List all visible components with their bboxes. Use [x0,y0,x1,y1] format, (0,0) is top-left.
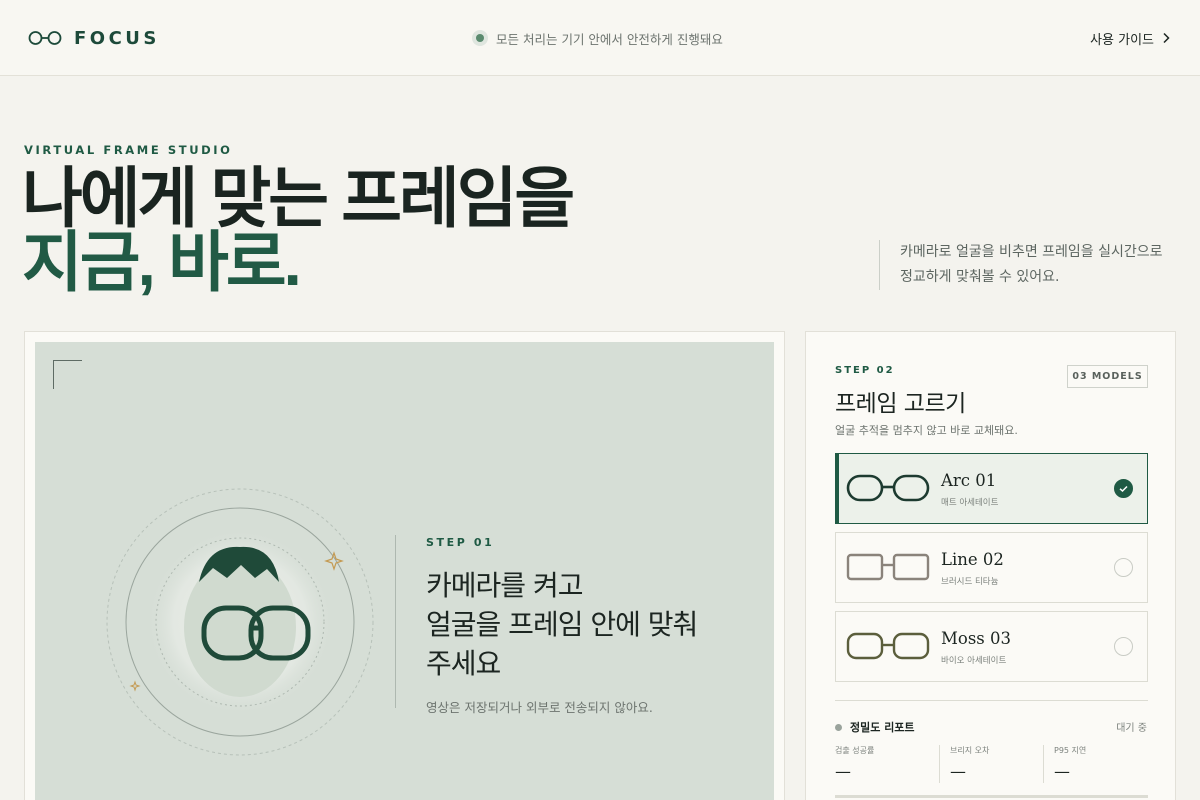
frame-option-arc-01[interactable]: Arc 01 매트 아세테이트 [835,453,1148,524]
frame-radio[interactable] [1114,637,1133,656]
glasses-logo-icon [28,31,62,45]
metric-p95-latency: P95 지연 — [1043,745,1147,783]
frame-material: 매트 아세테이트 [941,498,999,508]
camera-stage-card: STEP 01 카메라를 켜고 얼굴을 프레임 안에 맞춰 주세요 영상은 저장… [24,331,785,800]
frame-selector-panel: STEP 02 03 MODELS 프레임 고르기 얼굴 추적을 멈추지 않고 … [805,331,1176,800]
top-bar: FOCUS 모든 처리는 기기 안에서 안전하게 진행돼요 사용 가이드 [0,0,1200,76]
metric-value: — [1054,762,1070,781]
report-progress-track [835,795,1148,798]
precision-report-title: 정밀도 리포트 [835,719,915,735]
check-icon [1119,485,1128,493]
description-line-1: 카메라로 얼굴을 비추면 프레임을 실시간으로 [900,244,1163,260]
frame-radio[interactable] [1114,558,1133,577]
step-01-title-line-3: 주세요 [426,647,501,680]
brand-name: FOCUS [74,27,160,49]
headline-line-2: 지금, 바로. [22,225,302,299]
frame-material: 브러시드 티타늄 [941,577,999,587]
panel-subtitle: 얼굴 추적을 멈추지 않고 바로 교체돼요. [835,424,1018,437]
step-02-label: STEP 02 [835,365,895,376]
privacy-status: 모든 처리는 기기 안에서 안전하게 진행돼요 [472,28,723,48]
headline-line-1: 나에게 맞는 프레임을 [22,161,575,235]
report-status: 대기 중 [1116,723,1147,734]
round-glasses-icon [846,474,930,502]
step-01-instructions: STEP 01 카메라를 켜고 얼굴을 프레임 안에 맞춰 주세요 영상은 저장… [395,535,755,715]
privacy-note: 영상은 저장되거나 외부로 전송되지 않아요. [426,700,653,715]
viewfinder-corner [53,360,82,389]
step-01-title: 카메라를 켜고 얼굴을 프레임 안에 맞춰 주세요 [426,566,755,683]
camera-stage[interactable]: STEP 01 카메라를 켜고 얼굴을 프레임 안에 맞춰 주세요 영상은 저장… [35,342,774,800]
metric-value: — [950,762,966,781]
panel-divider [835,700,1148,701]
frame-name: Arc 01 [941,471,997,490]
frame-option-moss-03[interactable]: Moss 03 바이오 아세테이트 [835,611,1148,682]
metric-label: P95 지연 [1054,746,1087,755]
usage-guide-link[interactable]: 사용 가이드 [1090,28,1170,48]
report-title-text: 정밀도 리포트 [850,721,915,734]
hero-headline: 나에게 맞는 프레임을 지금, 바로. [22,161,575,299]
hero-eyebrow: VIRTUAL FRAME STUDIO [24,143,233,157]
metric-detection-rate: 검출 성공률 — [835,745,939,783]
brand-logo[interactable]: FOCUS [28,26,160,50]
frame-option-line-02[interactable]: Line 02 브러시드 티타늄 [835,532,1148,603]
chevron-right-icon [1163,32,1170,44]
step-01-label: STEP 01 [426,536,495,549]
square-glasses-icon [846,553,930,581]
frame-name: Line 02 [941,550,1004,569]
report-status-dot-icon [835,723,842,731]
metric-value: — [835,762,851,781]
frame-name: Moss 03 [941,629,1012,648]
rounded-square-glasses-icon [846,632,930,660]
step-01-title-line-1: 카메라를 켜고 [426,569,583,602]
status-dot-icon [472,30,488,46]
status-text: 모든 처리는 기기 안에서 안전하게 진행돼요 [496,31,723,47]
frame-material: 바이오 아세테이트 [941,656,1007,666]
panel-title: 프레임 고르기 [835,391,966,417]
description-line-2: 정교하게 맞춰볼 수 있어요. [900,269,1060,285]
models-count-badge: 03 MODELS [1067,365,1148,388]
step-01-title-line-2: 얼굴을 프레임 안에 맞춰 [426,608,698,641]
face-illustration [106,488,374,756]
frame-radio-selected[interactable] [1114,479,1133,498]
metric-label: 검출 성공률 [835,746,875,755]
hero-description: 카메라로 얼굴을 비추면 프레임을 실시간으로 정교하게 맞춰볼 수 있어요. [879,240,1189,290]
metric-label: 브리지 오차 [950,746,990,755]
metric-bridge-error: 브리지 오차 — [939,745,1043,783]
usage-guide-label: 사용 가이드 [1090,32,1154,48]
